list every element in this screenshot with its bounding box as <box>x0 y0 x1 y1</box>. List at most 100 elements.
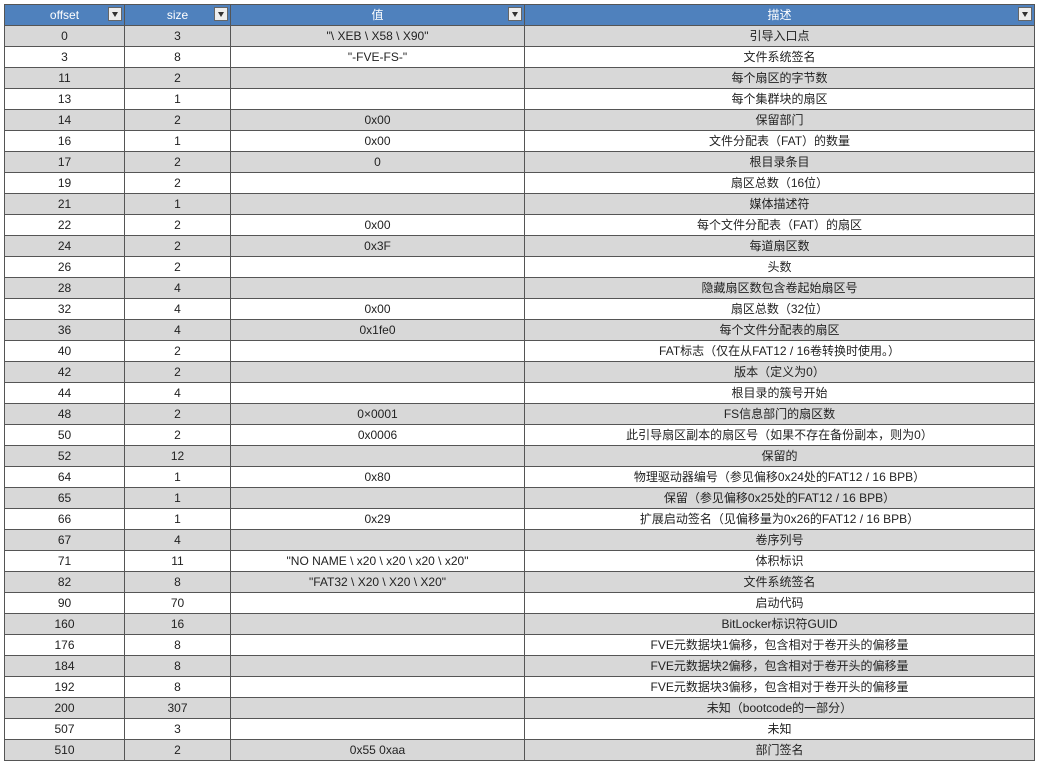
cell-offset: 42 <box>5 362 125 383</box>
cell-desc: BitLocker标识符GUID <box>525 614 1035 635</box>
cell-value: "\ XEB \ X58 \ X90" <box>231 26 525 47</box>
col-size[interactable]: size <box>125 5 231 26</box>
cell-size: 8 <box>125 677 231 698</box>
cell-desc: 头数 <box>525 257 1035 278</box>
cell-size: 8 <box>125 572 231 593</box>
cell-size: 2 <box>125 110 231 131</box>
cell-offset: 66 <box>5 509 125 530</box>
table-row: 211媒体描述符 <box>5 194 1035 215</box>
cell-desc: 隐藏扇区数包含卷起始扇区号 <box>525 278 1035 299</box>
cell-size: 4 <box>125 320 231 341</box>
cell-value <box>231 194 525 215</box>
cell-offset: 17 <box>5 152 125 173</box>
table-row: 1610x00文件分配表（FAT）的数量 <box>5 131 1035 152</box>
cell-offset: 19 <box>5 173 125 194</box>
cell-value <box>231 719 525 740</box>
table-row: 1848FVE元数据块2偏移，包含相对于卷开头的偏移量 <box>5 656 1035 677</box>
cell-size: 4 <box>125 383 231 404</box>
cell-offset: 82 <box>5 572 125 593</box>
cell-offset: 48 <box>5 404 125 425</box>
table-row: 192扇区总数（16位） <box>5 173 1035 194</box>
filter-icon[interactable] <box>108 7 122 21</box>
cell-offset: 90 <box>5 593 125 614</box>
cell-offset: 36 <box>5 320 125 341</box>
cell-size: 1 <box>125 131 231 152</box>
cell-desc: 引导入口点 <box>525 26 1035 47</box>
filter-icon[interactable] <box>508 7 522 21</box>
cell-value <box>231 488 525 509</box>
cell-offset: 64 <box>5 467 125 488</box>
cell-offset: 160 <box>5 614 125 635</box>
table-row: 16016BitLocker标识符GUID <box>5 614 1035 635</box>
cell-value <box>231 173 525 194</box>
cell-value <box>231 656 525 677</box>
cell-size: 1 <box>125 89 231 110</box>
cell-size: 8 <box>125 47 231 68</box>
cell-desc: 卷序列号 <box>525 530 1035 551</box>
cell-offset: 40 <box>5 341 125 362</box>
cell-offset: 13 <box>5 89 125 110</box>
cell-size: 2 <box>125 173 231 194</box>
cell-size: 2 <box>125 68 231 89</box>
cell-desc: 此引导扇区副本的扇区号（如果不存在备份副本，则为0） <box>525 425 1035 446</box>
col-offset[interactable]: offset <box>5 5 125 26</box>
cell-desc: 文件系统签名 <box>525 572 1035 593</box>
cell-size: 4 <box>125 530 231 551</box>
table-row: 5020x0006此引导扇区副本的扇区号（如果不存在备份副本，则为0） <box>5 425 1035 446</box>
filter-icon[interactable] <box>1018 7 1032 21</box>
col-value[interactable]: 值 <box>231 5 525 26</box>
cell-size: 2 <box>125 425 231 446</box>
table-row: 3240x00扇区总数（32位） <box>5 299 1035 320</box>
cell-size: 2 <box>125 236 231 257</box>
cell-value <box>231 614 525 635</box>
cell-size: 2 <box>125 215 231 236</box>
col-desc[interactable]: 描述 <box>525 5 1035 26</box>
table-row: 5073未知 <box>5 719 1035 740</box>
cell-offset: 65 <box>5 488 125 509</box>
cell-size: 4 <box>125 299 231 320</box>
cell-offset: 21 <box>5 194 125 215</box>
cell-offset: 184 <box>5 656 125 677</box>
cell-value: 0x00 <box>231 110 525 131</box>
table-body: 03"\ XEB \ X58 \ X90"引导入口点38"-FVE-FS-"文件… <box>5 26 1035 761</box>
cell-value: 0x00 <box>231 215 525 236</box>
cell-desc: 每道扇区数 <box>525 236 1035 257</box>
table-row: 3640x1fe0每个文件分配表的扇区 <box>5 320 1035 341</box>
cell-value: 0x80 <box>231 467 525 488</box>
cell-value <box>231 446 525 467</box>
cell-size: 2 <box>125 740 231 761</box>
table-row: 1720根目录条目 <box>5 152 1035 173</box>
table-row: 5212保留的 <box>5 446 1035 467</box>
table-row: 4820×0001FS信息部门的扇区数 <box>5 404 1035 425</box>
cell-value <box>231 677 525 698</box>
table-row: 6610x29扩展启动签名（见偏移量为0x26的FAT12 / 16 BPB） <box>5 509 1035 530</box>
table-row: 112每个扇区的字节数 <box>5 68 1035 89</box>
cell-desc: 保留（参见偏移0x25处的FAT12 / 16 BPB） <box>525 488 1035 509</box>
table-row: 1420x00保留部门 <box>5 110 1035 131</box>
cell-desc: 扇区总数（32位） <box>525 299 1035 320</box>
table-row: 262头数 <box>5 257 1035 278</box>
table-row: 38"-FVE-FS-"文件系统签名 <box>5 47 1035 68</box>
cell-offset: 176 <box>5 635 125 656</box>
cell-desc: 版本（定义为0） <box>525 362 1035 383</box>
cell-offset: 200 <box>5 698 125 719</box>
cell-offset: 507 <box>5 719 125 740</box>
filter-icon[interactable] <box>214 7 228 21</box>
table-row: 51020x55 0xaa部门签名 <box>5 740 1035 761</box>
cell-size: 2 <box>125 362 231 383</box>
cell-size: 1 <box>125 194 231 215</box>
cell-desc: 根目录的簇号开始 <box>525 383 1035 404</box>
cell-value: 0x55 0xaa <box>231 740 525 761</box>
cell-size: 4 <box>125 278 231 299</box>
cell-offset: 67 <box>5 530 125 551</box>
cell-value: "-FVE-FS-" <box>231 47 525 68</box>
table-row: 422 版本（定义为0） <box>5 362 1035 383</box>
cell-desc: 保留的 <box>525 446 1035 467</box>
cell-value: "NO NAME \ x20 \ x20 \ x20 \ x20" <box>231 551 525 572</box>
cell-desc: 每个文件分配表的扇区 <box>525 320 1035 341</box>
cell-size: 3 <box>125 26 231 47</box>
table-row: 2220x00每个文件分配表（FAT）的扇区 <box>5 215 1035 236</box>
cell-desc: 未知 <box>525 719 1035 740</box>
cell-value: 0x00 <box>231 299 525 320</box>
table-row: 828"FAT32 \ X20 \ X20 \ X20"文件系统签名 <box>5 572 1035 593</box>
